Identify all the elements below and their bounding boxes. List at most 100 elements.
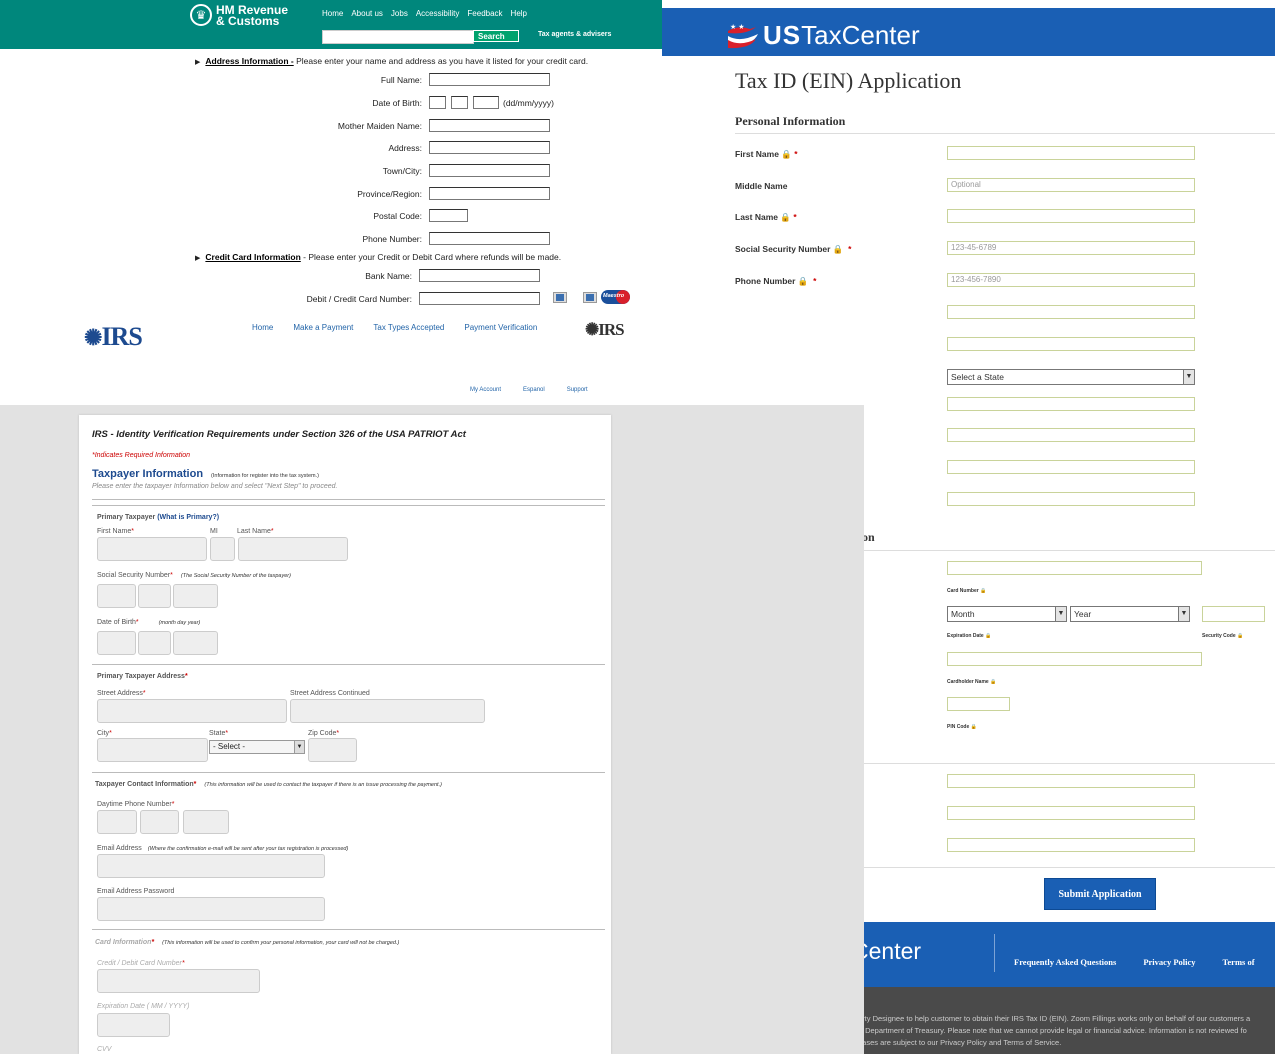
utc-logo[interactable]: USTaxCenter (763, 20, 920, 51)
divider (735, 133, 1275, 134)
arrow-right-icon: ▶ (195, 59, 201, 66)
street2-input[interactable] (290, 699, 485, 723)
card-number-input[interactable] (97, 969, 260, 993)
extra-input-6[interactable] (947, 838, 1195, 852)
dob-day-input[interactable] (138, 631, 171, 655)
first-name-input[interactable] (97, 537, 207, 561)
phone-area-input[interactable] (97, 810, 137, 834)
terms-link[interactable]: Terms of (1223, 957, 1255, 967)
first-name-input[interactable] (947, 146, 1195, 160)
month-select[interactable]: Month ▼ (947, 606, 1067, 622)
search-button[interactable]: Search (473, 30, 519, 42)
what-is-primary-link[interactable]: (What is Primary?) (157, 514, 219, 521)
card-number-field[interactable] (419, 292, 540, 305)
faq-link[interactable]: Frequently Asked Questions (1014, 957, 1116, 967)
extra-input-4[interactable] (947, 774, 1195, 788)
year-select[interactable]: Year ▼ (1070, 606, 1190, 622)
dob-year-field[interactable] (473, 96, 499, 109)
pin-input[interactable] (947, 697, 1010, 711)
dob-day-field[interactable] (429, 96, 446, 109)
dob-year-input[interactable] (173, 631, 218, 655)
disclaimer-line-1: arty Designee to help customer to obtain… (858, 1014, 1251, 1023)
town-field[interactable] (429, 164, 550, 177)
mi-input[interactable] (210, 537, 235, 561)
irs-nav-home[interactable]: Home (252, 323, 273, 332)
zip-input[interactable] (947, 397, 1195, 411)
extra-input-1[interactable] (947, 428, 1195, 442)
last-name-input[interactable] (947, 209, 1195, 223)
divider (862, 867, 1275, 868)
ssn-part2-input[interactable] (138, 584, 171, 608)
address-heading: Primary Taxpayer Address* (97, 673, 188, 680)
expiration-input[interactable] (97, 1013, 170, 1037)
email-password-input[interactable] (97, 897, 325, 921)
maiden-name-field[interactable] (429, 119, 550, 132)
dob-month-input[interactable] (97, 631, 136, 655)
province-field[interactable] (429, 187, 550, 200)
card-number-input[interactable] (947, 561, 1202, 575)
irs-support-link[interactable]: Support (567, 387, 588, 393)
state-select[interactable]: - Select - ▼ (209, 740, 305, 754)
ssn-part3-input[interactable] (173, 584, 218, 608)
ssn-note: (The Social Security Number of the taxpa… (180, 573, 291, 579)
required-star: * (171, 801, 175, 808)
cardholder-input[interactable] (947, 652, 1202, 666)
required-star: * (184, 673, 188, 680)
help-icon[interactable] (583, 292, 597, 303)
phone-prefix-input[interactable] (140, 810, 179, 834)
first-name-label-text: First Name (735, 149, 779, 159)
nav-home[interactable]: Home (322, 9, 343, 18)
postal-code-field[interactable] (429, 209, 468, 222)
irs-logo[interactable]: ✺IRS (84, 322, 143, 352)
ssn-part1-input[interactable] (97, 584, 136, 608)
hmrc-logo[interactable]: HM Revenue & Customs (216, 4, 296, 27)
irs-nav: Home Make a Payment Tax Types Accepted P… (252, 323, 537, 332)
city-input[interactable] (97, 738, 208, 762)
taxpayer-info-heading: Taxpayer Information (Information for reg… (92, 468, 319, 480)
address2-input[interactable] (947, 337, 1195, 351)
bank-name-field[interactable] (419, 269, 540, 282)
last-name-label-text: Last Name (237, 528, 271, 535)
ssn-input[interactable]: 123-45-6789 (947, 241, 1195, 255)
dob-month-field[interactable] (451, 96, 468, 109)
search-input[interactable] (322, 30, 474, 44)
extra-input-3[interactable] (947, 492, 1195, 506)
address-input[interactable] (947, 305, 1195, 319)
street-input[interactable] (97, 699, 287, 723)
street2-label: Street Address Continued (290, 690, 370, 697)
middle-name-input[interactable]: Optional (947, 178, 1195, 192)
agents-link[interactable]: Tax agents & advisers (538, 31, 611, 38)
submit-application-button[interactable]: Submit Application (1044, 878, 1156, 910)
state-label-text: State (209, 730, 226, 737)
extra-input-5[interactable] (947, 806, 1195, 820)
phone-line-input[interactable] (183, 810, 229, 834)
irs-nav-verification[interactable]: Payment Verification (464, 323, 537, 332)
nav-about[interactable]: About us (351, 9, 383, 18)
irs-espanol-link[interactable]: Espanol (523, 387, 545, 393)
nav-feedback[interactable]: Feedback (467, 9, 502, 18)
phone-input[interactable]: 123-456-7890 (947, 273, 1195, 287)
address-field[interactable] (429, 141, 550, 154)
phone-field[interactable] (429, 232, 550, 245)
last-name-input[interactable] (238, 537, 348, 561)
email-input[interactable] (97, 854, 325, 878)
lock-icon: 🔒 (980, 588, 987, 594)
help-icon[interactable] (553, 292, 567, 303)
security-code-input[interactable] (1202, 606, 1265, 622)
full-name-field[interactable] (429, 73, 550, 86)
irs-logo-small[interactable]: ✺IRS (585, 320, 625, 340)
nav-help[interactable]: Help (511, 9, 527, 18)
privacy-link[interactable]: Privacy Policy (1143, 957, 1195, 967)
nav-jobs[interactable]: Jobs (391, 9, 408, 18)
irs-nav-payment[interactable]: Make a Payment (293, 323, 353, 332)
zip-input[interactable] (308, 738, 357, 762)
ssn-label-text: Social Security Number (97, 572, 171, 579)
nav-accessibility[interactable]: Accessibility (416, 9, 460, 18)
last-name-label: Last Name* (237, 528, 274, 535)
required-star: * (170, 572, 173, 579)
state-select[interactable]: Select a State ▼ (947, 369, 1195, 385)
irs-my-account-link[interactable]: My Account (470, 387, 501, 393)
extra-input-2[interactable] (947, 460, 1195, 474)
primary-taxpayer-title: Primary Taxpayer (97, 514, 156, 521)
irs-nav-tax-types[interactable]: Tax Types Accepted (373, 323, 444, 332)
